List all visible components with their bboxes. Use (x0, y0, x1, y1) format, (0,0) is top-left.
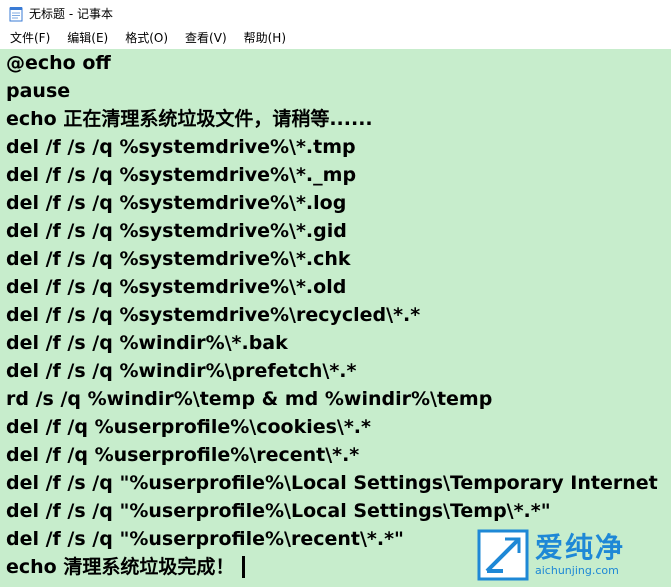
text-line: del /f /s /q %systemdrive%\*.old (6, 276, 347, 298)
text-line: @echo off (6, 52, 111, 74)
text-line: del /f /s /q %systemdrive%\*.gid (6, 220, 347, 242)
text-caret (242, 556, 246, 578)
menu-edit[interactable]: 编辑(E) (58, 27, 116, 49)
text-line: del /f /s /q %systemdrive%\*.tmp (6, 136, 356, 158)
menu-bar: 文件(F) 编辑(E) 格式(O) 查看(V) 帮助(H) (0, 27, 671, 49)
watermark: 爱纯净 aichunjing.com (475, 527, 665, 583)
text-line: del /f /s /q %windir%\prefetch\*.* (6, 360, 357, 382)
watermark-text: 爱纯净 aichunjing.com (535, 532, 625, 578)
text-line: del /f /s /q %systemdrive%\*._mp (6, 164, 357, 186)
title-bar[interactable]: 无标题 - 记事本 (0, 0, 671, 27)
text-line: del /f /s /q %systemdrive%\*.chk (6, 248, 351, 270)
watermark-brand: 爱纯净 (535, 531, 626, 564)
text-line: del /f /s /q %windir%\*.bak (6, 332, 288, 354)
text-line: rd /s /q %windir%\temp & md %windir%\tem… (6, 388, 493, 410)
text-line: del /f /s /q "%userprofile%\Local Settin… (6, 472, 658, 494)
text-line: del /f /s /q %systemdrive%\recycled\*.* (6, 304, 421, 326)
menu-view[interactable]: 查看(V) (176, 27, 235, 49)
text-line: del /f /s /q %systemdrive%\*.log (6, 192, 347, 214)
menu-file[interactable]: 文件(F) (0, 27, 58, 49)
aichunjing-logo-icon (475, 527, 531, 583)
text-line: del /f /q %userprofile%\cookies\*.* (6, 416, 371, 438)
text-line: pause (6, 80, 71, 102)
text-lines: @echo off pause echo 正在清理系统垃圾文件，请稍等.....… (6, 49, 658, 581)
text-line: del /f /q %userprofile%\recent\*.* (6, 444, 360, 466)
watermark-url: aichunjing.com (535, 564, 619, 577)
menu-format[interactable]: 格式(O) (116, 27, 176, 49)
text-line: del /f /s /q "%userprofile%\Local Settin… (6, 500, 551, 522)
text-editor-area[interactable]: @echo off pause echo 正在清理系统垃圾文件，请稍等.....… (0, 49, 671, 587)
notepad-window: 无标题 - 记事本 文件(F) 编辑(E) 格式(O) 查看(V) 帮助(H) … (0, 0, 671, 587)
text-line-content: echo 清理系统垃圾完成！ (6, 556, 235, 578)
notepad-icon (9, 6, 23, 22)
window-title: 无标题 - 记事本 (29, 7, 113, 21)
menu-help[interactable]: 帮助(H) (235, 27, 294, 49)
text-line: echo 正在清理系统垃圾文件，请稍等...... (6, 108, 373, 130)
